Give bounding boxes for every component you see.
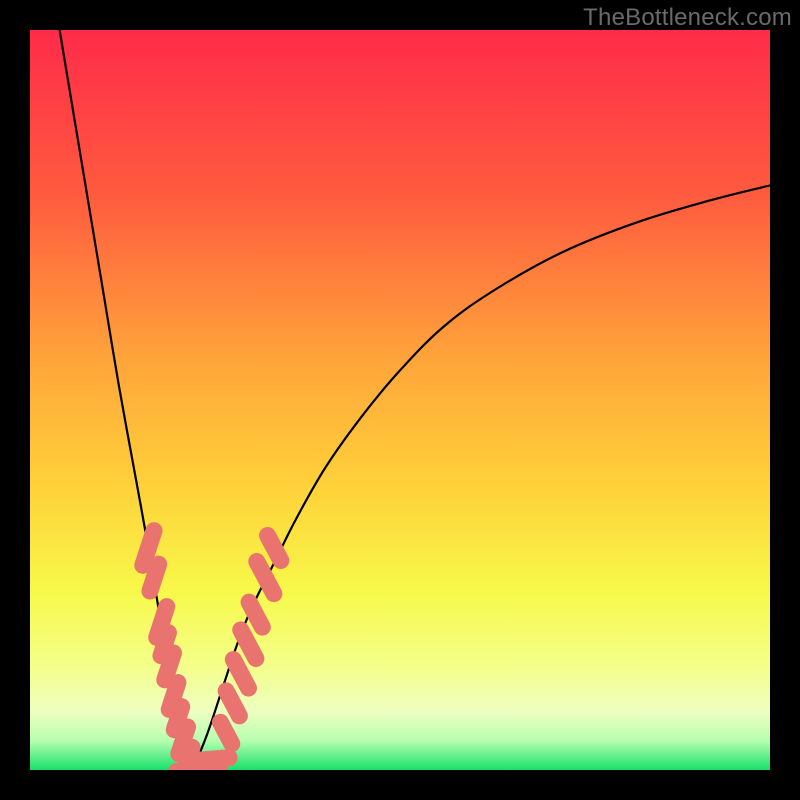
data-marker	[249, 602, 262, 627]
data-marker	[165, 653, 174, 680]
data-marker	[201, 758, 229, 760]
watermark-text: TheBottleneck.com	[583, 4, 792, 32]
data-marker	[150, 564, 159, 591]
data-marker	[220, 722, 231, 743]
chart-frame	[30, 30, 770, 770]
bottleneck-chart	[30, 30, 770, 770]
data-marker	[268, 536, 281, 561]
data-marker	[226, 691, 239, 716]
gradient-background	[30, 30, 770, 770]
